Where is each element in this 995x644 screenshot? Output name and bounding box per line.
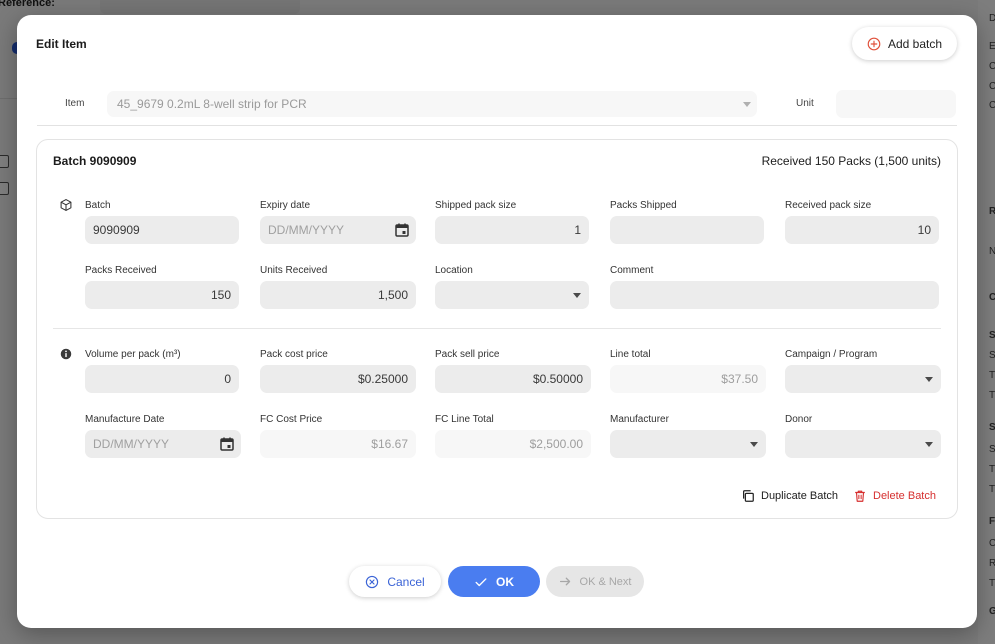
section-divider	[53, 328, 941, 329]
dialog-title: Edit Item	[36, 37, 87, 51]
manufacture-date-label: Manufacture Date	[85, 414, 165, 425]
cancel-label: Cancel	[387, 574, 425, 589]
expiry-date-input[interactable]: DD/MM/YYYY	[260, 216, 416, 244]
calendar-icon[interactable]	[219, 436, 235, 452]
packs-shipped-label: Packs Shipped	[610, 200, 677, 211]
chevron-down-icon	[750, 442, 758, 447]
comment-input[interactable]	[610, 281, 939, 309]
item-label: Item	[65, 98, 85, 109]
fc-line-total-label: FC Line Total	[435, 414, 494, 425]
ok-next-label: OK & Next	[579, 575, 632, 588]
ok-next-button[interactable]: OK & Next	[546, 566, 644, 597]
comment-label: Comment	[610, 265, 654, 276]
packs-received-input[interactable]: 150	[85, 281, 239, 309]
arrow-right-icon	[559, 577, 570, 586]
edit-item-dialog: Edit Item Add batch Item 45_9679 0.2mL 8…	[17, 15, 977, 628]
chevron-down-icon	[573, 293, 581, 298]
received-pack-size-input[interactable]: 10	[785, 216, 939, 244]
received-pack-size-label: Received pack size	[785, 200, 872, 211]
duplicate-batch-button[interactable]: Duplicate Batch	[741, 489, 838, 503]
donor-select[interactable]	[785, 430, 941, 458]
volume-per-pack-label: Volume per pack (m³)	[85, 349, 181, 360]
units-received-input[interactable]: 1,500	[260, 281, 416, 309]
unit-field[interactable]	[836, 90, 956, 118]
check-icon	[475, 577, 487, 586]
chevron-down-icon	[743, 102, 751, 107]
pack-sell-price-label: Pack sell price	[435, 349, 500, 360]
expiry-date-placeholder: DD/MM/YYYY	[268, 223, 345, 237]
chevron-down-icon	[925, 442, 933, 447]
delete-batch-label: Delete Batch	[873, 490, 936, 502]
fc-cost-price-label: FC Cost Price	[260, 414, 323, 425]
add-batch-label: Add batch	[887, 36, 943, 51]
units-received-label: Units Received	[260, 265, 328, 276]
shipped-pack-size-label: Shipped pack size	[435, 200, 517, 211]
batch-title: Batch 9090909	[53, 154, 137, 168]
duplicate-batch-label: Duplicate Batch	[761, 490, 839, 502]
packs-received-label: Packs Received	[85, 265, 157, 276]
delete-batch-button[interactable]: Delete Batch	[853, 489, 936, 503]
ok-button[interactable]: OK	[448, 566, 540, 597]
divider	[37, 125, 957, 126]
batch-card: Batch 9090909 Received 150 Packs (1,500 …	[36, 139, 958, 519]
line-total-field: $37.50	[610, 365, 766, 393]
pack-cost-price-label: Pack cost price	[260, 349, 328, 360]
x-circle-icon	[366, 575, 379, 588]
pack-sell-price-input[interactable]: $0.50000	[435, 365, 591, 393]
item-select[interactable]: 45_9679 0.2mL 8-well strip for PCR	[107, 91, 757, 117]
expiry-date-label: Expiry date	[260, 200, 311, 211]
calendar-icon[interactable]	[394, 222, 410, 238]
info-icon	[60, 348, 72, 360]
manufacturer-select[interactable]	[610, 430, 766, 458]
manufacture-date-input[interactable]: DD/MM/YYYY	[85, 430, 241, 458]
pack-cost-price-input[interactable]: $0.25000	[260, 365, 416, 393]
line-total-label: Line total	[610, 349, 651, 360]
copy-icon	[743, 490, 754, 502]
chevron-down-icon	[925, 377, 933, 382]
batch-label: Batch	[85, 200, 111, 211]
unit-label: Unit	[796, 98, 814, 109]
cancel-button[interactable]: Cancel	[349, 566, 441, 597]
location-label: Location	[435, 265, 473, 276]
volume-per-pack-input[interactable]: 0	[85, 365, 239, 393]
received-summary: Received 150 Packs (1,500 units)	[761, 154, 941, 168]
packs-shipped-input[interactable]	[610, 216, 764, 244]
campaign-program-label: Campaign / Program	[785, 349, 878, 360]
item-value: 45_9679 0.2mL 8-well strip for PCR	[117, 97, 307, 111]
package-icon	[60, 199, 72, 211]
location-select[interactable]	[435, 281, 589, 309]
ok-label: OK	[496, 574, 514, 589]
donor-label: Donor	[785, 414, 813, 425]
manufacturer-label: Manufacturer	[610, 414, 669, 425]
manufacture-date-placeholder: DD/MM/YYYY	[93, 437, 170, 451]
campaign-program-select[interactable]	[785, 365, 941, 393]
batch-input[interactable]: 9090909	[85, 216, 239, 244]
fc-line-total-field: $2,500.00	[435, 430, 591, 458]
plus-circle-icon	[867, 37, 881, 50]
add-batch-button[interactable]: Add batch	[852, 27, 957, 60]
shipped-pack-size-input[interactable]: 1	[435, 216, 589, 244]
trash-icon	[855, 490, 865, 502]
fc-cost-price-field: $16.67	[260, 430, 416, 458]
